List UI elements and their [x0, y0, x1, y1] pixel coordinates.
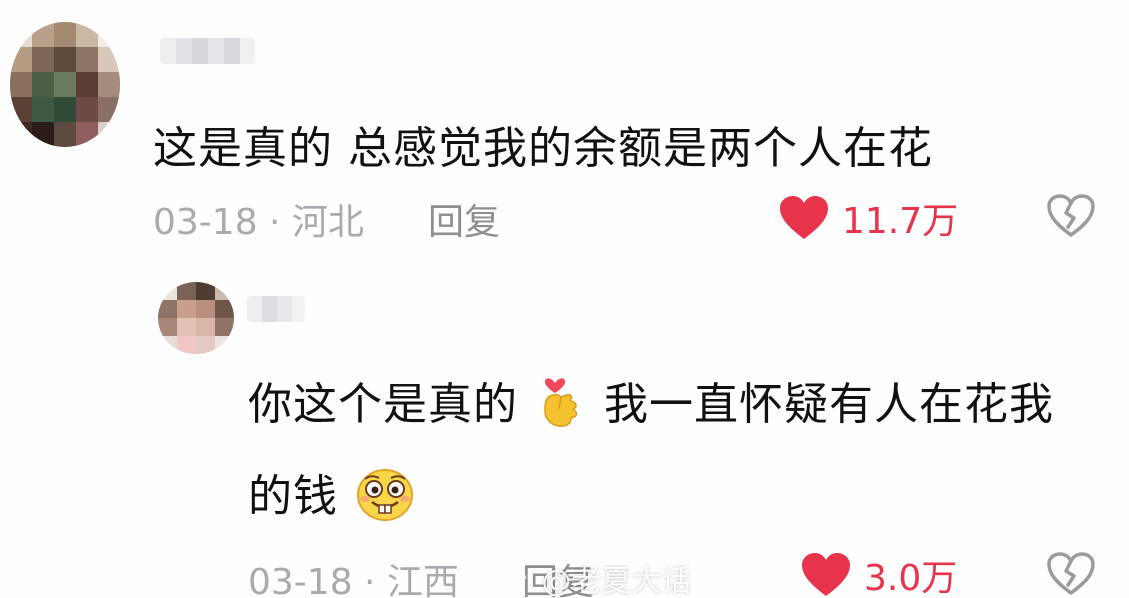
heart-icon [780, 196, 828, 239]
username-blurred[interactable] [247, 296, 305, 322]
finger-heart-emoji [544, 378, 578, 427]
username-blurred[interactable] [160, 38, 255, 64]
reply-button[interactable]: 回复 [428, 193, 500, 245]
username-pixelated [160, 38, 255, 64]
avatar[interactable] [10, 22, 120, 147]
buck-teeth-smile-emoji [357, 469, 413, 521]
like-count: 11.7万 [842, 201, 959, 242]
dislike-button[interactable] [1046, 551, 1096, 598]
like-button[interactable]: 11.7万 [778, 192, 958, 244]
dislike-button[interactable] [1046, 193, 1096, 243]
weibo-logo-icon [495, 570, 526, 594]
broken-heart-icon [1047, 552, 1095, 595]
like-button[interactable]: 3.0万 [800, 549, 957, 598]
comment-date-location: 03-18 · 河北 [153, 202, 364, 243]
avatar-pixelated [158, 282, 234, 354]
watermark-text: @老夏大话 [541, 564, 692, 598]
watermark: @老夏大话 [494, 556, 692, 598]
comment-date-location: 03-18 · 江西 [248, 562, 459, 598]
username-pixelated [247, 296, 305, 322]
comment-text-segment: 你这个是真的 [248, 379, 518, 430]
comment-text-line-2: 的钱 [248, 460, 415, 524]
comment-text-segment: 我一直怀疑有人在花我 [604, 379, 1054, 430]
avatar-pixelated [10, 22, 120, 147]
broken-heart-icon [1047, 194, 1095, 237]
comment-text-line-1: 你这个是真的 我一直怀疑有人在花我 [248, 368, 1054, 432]
heart-icon [802, 553, 850, 596]
comment-text: 这是真的 总感觉我的余额是两个人在花 [153, 123, 933, 174]
avatar[interactable] [158, 282, 234, 354]
comment-thread: 这是真的 总感觉我的余额是两个人在花 03-18 · 河北 回复 11.7万 你… [0, 0, 1129, 598]
like-count: 3.0万 [864, 558, 958, 598]
comment-text-segment: 的钱 [248, 471, 338, 522]
